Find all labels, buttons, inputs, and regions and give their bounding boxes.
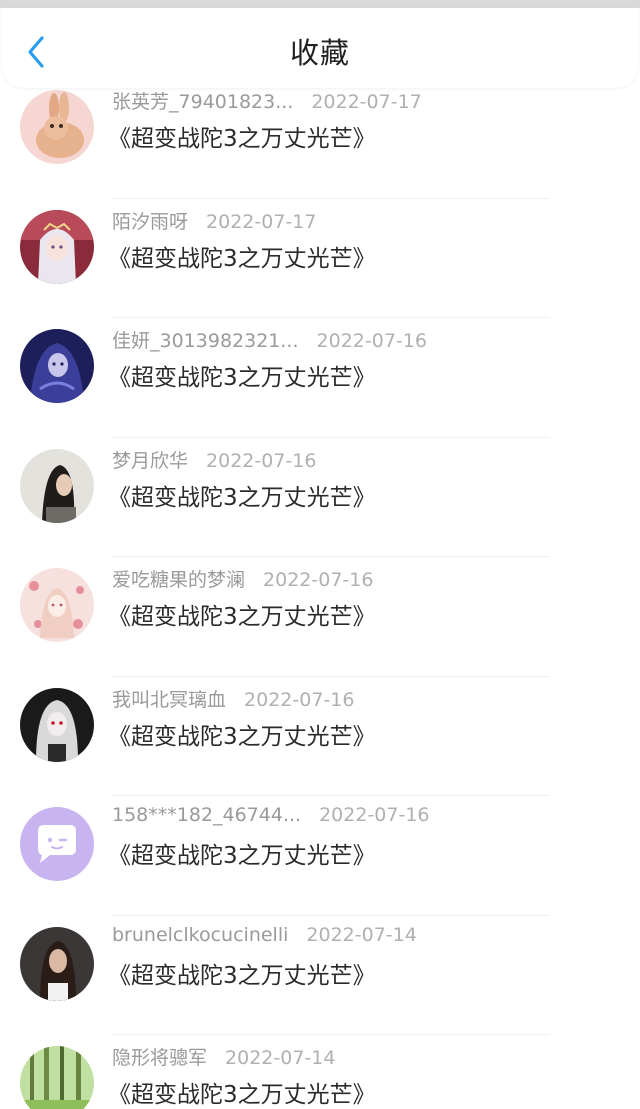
item-meta: 158***182_46744... 2022-07-16: [112, 804, 430, 826]
date: 2022-07-16: [319, 804, 430, 826]
anime-girl-avatar-icon: [20, 209, 94, 284]
anime-girl-avatar-icon: [20, 329, 94, 403]
anime-girl-avatar-icon: [20, 687, 94, 762]
work-title: 《超变战陀3之万丈光芒》: [108, 723, 376, 750]
item-meta: 我叫北冥璃血 2022-07-16: [112, 685, 354, 712]
username: 梦月欣华: [112, 449, 189, 472]
rabbit-avatar-icon: [20, 90, 94, 164]
list-item[interactable]: 我叫北冥璃血 2022-07-16 《超变战陀3之万丈光芒》: [0, 677, 640, 796]
item-meta: 梦月欣华 2022-07-16: [112, 446, 316, 473]
username: 佳妍_3013982321...: [112, 330, 299, 352]
list-item[interactable]: 158***182_46744... 2022-07-16 《超变战陀3之万丈光芒…: [0, 796, 640, 916]
avatar[interactable]: [20, 568, 94, 642]
chat-bubble-icon: [20, 807, 94, 881]
avatar[interactable]: [20, 807, 94, 881]
date: 2022-07-16: [263, 569, 374, 591]
anime-girl-avatar-icon: [20, 568, 94, 642]
avatar[interactable]: [20, 329, 94, 403]
girl-photo-avatar-icon: [20, 448, 94, 523]
item-meta: brunelclkocucinelli 2022-07-14: [112, 924, 417, 946]
work-title: 《超变战陀3之万丈光芒》: [108, 962, 376, 989]
work-title: 《超变战陀3之万丈光芒》: [108, 843, 376, 869]
list-item[interactable]: brunelclkocucinelli 2022-07-14 《超变战陀3之万丈光…: [0, 916, 640, 1035]
username: 隐形将骢军: [112, 1047, 208, 1069]
nav-header: 收藏: [2, 8, 638, 88]
list-item[interactable]: 佳妍_3013982321... 2022-07-16 《超变战陀3之万丈光芒》: [0, 318, 640, 438]
username: brunelclkocucinelli: [112, 923, 289, 946]
avatar[interactable]: [20, 448, 94, 523]
status-strip: [0, 0, 640, 8]
avatar[interactable]: [20, 687, 94, 762]
work-title: 《超变战陀3之万丈光芒》: [108, 604, 376, 630]
username: 我叫北冥璃血: [112, 688, 227, 711]
work-title: 《超变战陀3之万丈光芒》: [108, 126, 376, 152]
list-item[interactable]: 爱吃糖果的梦澜 2022-07-16 《超变战陀3之万丈光芒》: [0, 557, 640, 677]
list-item[interactable]: 陌汐雨呀 2022-07-17 《超变战陀3之万丈光芒》: [0, 199, 640, 318]
username: 158***182_46744...: [112, 804, 302, 826]
username: 陌汐雨呀: [112, 210, 189, 233]
favorites-list: 张英芳_79401823... 2022-07-17 《超变战陀3之万丈光芒》 陌…: [0, 79, 640, 1109]
list-item[interactable]: 隐形将骢军 2022-07-14 《超变战陀3之万丈光芒》: [0, 1035, 640, 1109]
item-meta: 张英芳_79401823... 2022-07-17: [112, 87, 422, 114]
date: 2022-07-16: [206, 449, 317, 472]
date: 2022-07-17: [206, 210, 317, 233]
date: 2022-07-16: [316, 330, 427, 352]
woman-photo-avatar-icon: [20, 926, 94, 1001]
username: 张英芳_79401823...: [112, 91, 294, 113]
item-meta: 佳妍_3013982321... 2022-07-16: [112, 326, 427, 353]
list-item[interactable]: 张英芳_79401823... 2022-07-17 《超变战陀3之万丈光芒》: [0, 79, 640, 199]
username: 爱吃糖果的梦澜: [112, 569, 246, 591]
work-title: 《超变战陀3之万丈光芒》: [108, 365, 376, 391]
favorites-screen: 收藏 张英芳_79401823... 2022-07-17 《超变战陀3之万丈光芒…: [0, 0, 640, 1109]
item-meta: 隐形将骢军 2022-07-14: [112, 1043, 335, 1070]
avatar[interactable]: [20, 209, 94, 284]
forest-avatar-icon: [20, 1046, 94, 1109]
avatar[interactable]: [20, 926, 94, 1001]
avatar[interactable]: [20, 90, 94, 164]
avatar[interactable]: [20, 1046, 94, 1109]
page-title: 收藏: [289, 36, 350, 70]
list-item[interactable]: 梦月欣华 2022-07-16 《超变战陀3之万丈光芒》: [0, 438, 640, 557]
date: 2022-07-17: [311, 91, 422, 113]
item-meta: 陌汐雨呀 2022-07-17: [112, 207, 316, 234]
date: 2022-07-14: [225, 1047, 336, 1069]
date: 2022-07-16: [244, 688, 355, 711]
item-meta: 爱吃糖果的梦澜 2022-07-16: [112, 565, 373, 592]
work-title: 《超变战陀3之万丈光芒》: [108, 245, 376, 272]
work-title: 《超变战陀3之万丈光芒》: [108, 1082, 376, 1108]
date: 2022-07-14: [306, 923, 417, 946]
work-title: 《超变战陀3之万丈光芒》: [108, 484, 376, 511]
